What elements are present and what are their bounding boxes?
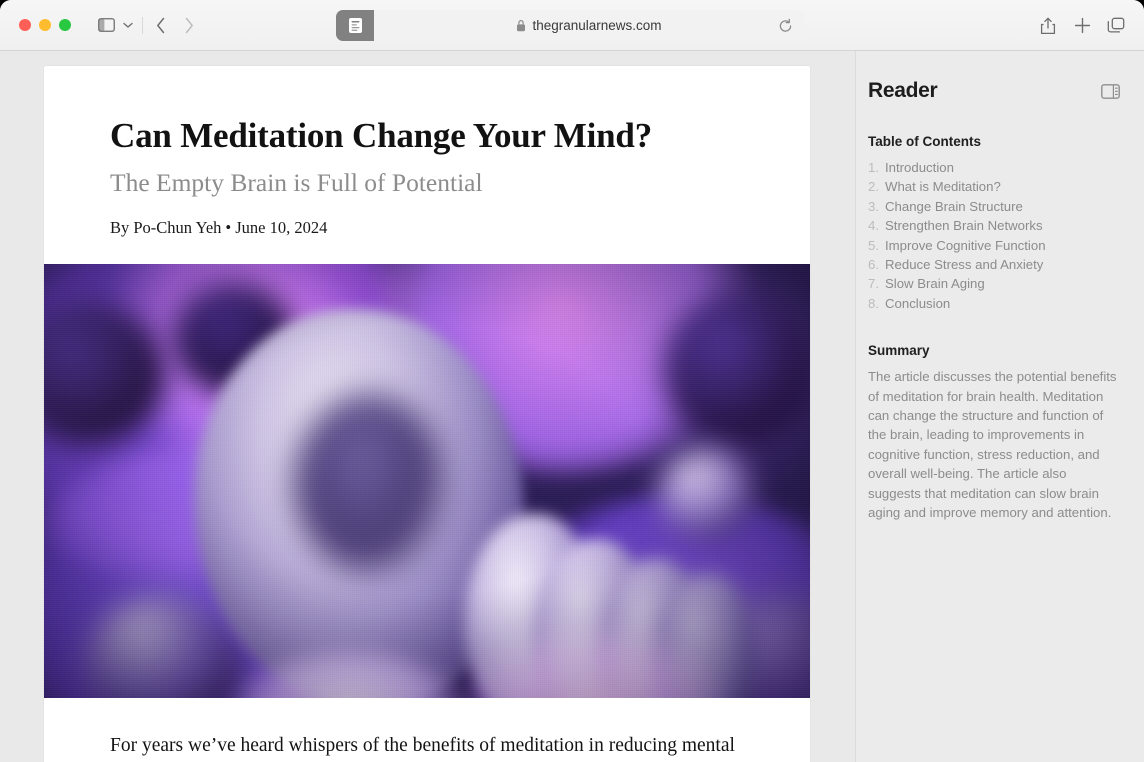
byline-separator: • (225, 217, 232, 237)
reload-icon[interactable] (778, 18, 793, 33)
body-paragraph: For years we’ve heard whispers of the be… (110, 734, 735, 756)
url-host-text: thegranularnews.com (532, 18, 662, 33)
browser-window: thegranularnews.com Can Meditation Chang… (0, 0, 1144, 762)
image-grain-texture (44, 263, 810, 698)
browser-toolbar: thegranularnews.com (0, 0, 1144, 51)
toolbar-divider (142, 16, 143, 34)
article-subtitle: The Empty Brain is Full of Potential (110, 168, 483, 198)
sidebar-title: Reader (868, 79, 938, 102)
toc-item[interactable]: 7. Slow Brain Aging (868, 274, 1120, 293)
toc-item-number: 6. (868, 257, 879, 273)
article-body: For years we’ve heard whispers of the be… (44, 698, 810, 762)
panel-toggle-icon[interactable] (1101, 83, 1120, 99)
toc-heading: Table of Contents (868, 134, 981, 149)
table-of-contents: Table of Contents 1. Introduction 2. What … (868, 134, 1120, 313)
toc-item[interactable]: 4. Strengthen Brain Networks (868, 216, 1120, 235)
toc-item-number: 3. (868, 198, 879, 214)
toc-item[interactable]: 6. Reduce Stress and Anxiety (868, 255, 1120, 274)
byline-author: By Po-Chun Yeh (110, 217, 222, 237)
minimize-button[interactable] (39, 19, 51, 31)
toc-item-label: Change Brain Structure (885, 198, 1023, 214)
url-input[interactable]: thegranularnews.com (368, 10, 804, 41)
toc-item-label: Introduction (885, 160, 954, 175)
reader-sidebar: Reader Table of Contents 1. Introduction … (856, 51, 1144, 762)
sidebar-header: Reader (868, 79, 1120, 103)
toc-item-number: 4. (868, 218, 879, 234)
navigation-group (92, 12, 203, 38)
toc-item-label: Reduce Stress and Anxiety (885, 257, 1044, 273)
toc-item[interactable]: 2. What is Meditation? (868, 177, 1120, 196)
toc-item[interactable]: 8. Conclusion (868, 294, 1120, 313)
toc-item-label: What is Meditation? (885, 179, 1001, 195)
tab-overview-button[interactable] (1102, 13, 1130, 39)
new-tab-button[interactable] (1068, 13, 1096, 39)
toc-item[interactable]: 5. Improve Cognitive Function (868, 236, 1120, 255)
byline-date: June 10, 2024 (235, 217, 328, 237)
toc-item-number: 2. (868, 179, 879, 195)
reader-mode-button[interactable] (336, 10, 374, 41)
url-text-group: thegranularnews.com (516, 18, 662, 33)
toc-item-number: 7. (868, 276, 879, 292)
toc-item[interactable]: 3. Change Brain Structure (868, 197, 1120, 216)
window-controls (19, 19, 71, 31)
close-button[interactable] (19, 19, 31, 31)
address-bar[interactable]: thegranularnews.com (336, 10, 804, 41)
toolbar-actions (1034, 0, 1130, 51)
chevron-down-icon[interactable] (118, 12, 138, 38)
page-title: Can Meditation Change Your Mind? (110, 116, 652, 155)
summary-text: The article discusses the potential bene… (868, 369, 1117, 521)
reader-content-area: Can Meditation Change Your Mind? The Emp… (0, 51, 855, 762)
summary-heading: Summary (868, 343, 930, 359)
toc-item[interactable]: 1. Introduction (868, 158, 1120, 177)
toc-item-label: Slow Brain Aging (885, 276, 985, 292)
share-icon[interactable] (1034, 13, 1062, 39)
toc-item-label: Conclusion (885, 295, 951, 311)
article-byline: By Po-Chun Yeh • June 10, 2024 (110, 218, 746, 238)
toc-item-label: Strengthen Brain Networks (885, 218, 1043, 234)
summary-section: Summary The article discusses the potent… (868, 343, 1120, 522)
forward-button[interactable] (175, 12, 203, 38)
article-hero-image (44, 263, 810, 698)
maximize-button[interactable] (59, 19, 71, 31)
toc-item-number: 1. (868, 160, 879, 175)
sidebar-icon[interactable] (92, 12, 120, 38)
toc-item-label: Improve Cognitive Function (885, 237, 1046, 253)
article-card: Can Meditation Change Your Mind? The Emp… (44, 66, 810, 762)
back-button[interactable] (147, 12, 175, 38)
toc-item-number: 5. (868, 237, 879, 253)
article-header: Can Meditation Change Your Mind? The Emp… (44, 66, 810, 264)
toc-item-number: 8. (868, 295, 879, 311)
lock-icon (516, 19, 526, 32)
toc-list: 1. Introduction 2. What is Meditation? 3. C… (868, 158, 1120, 313)
